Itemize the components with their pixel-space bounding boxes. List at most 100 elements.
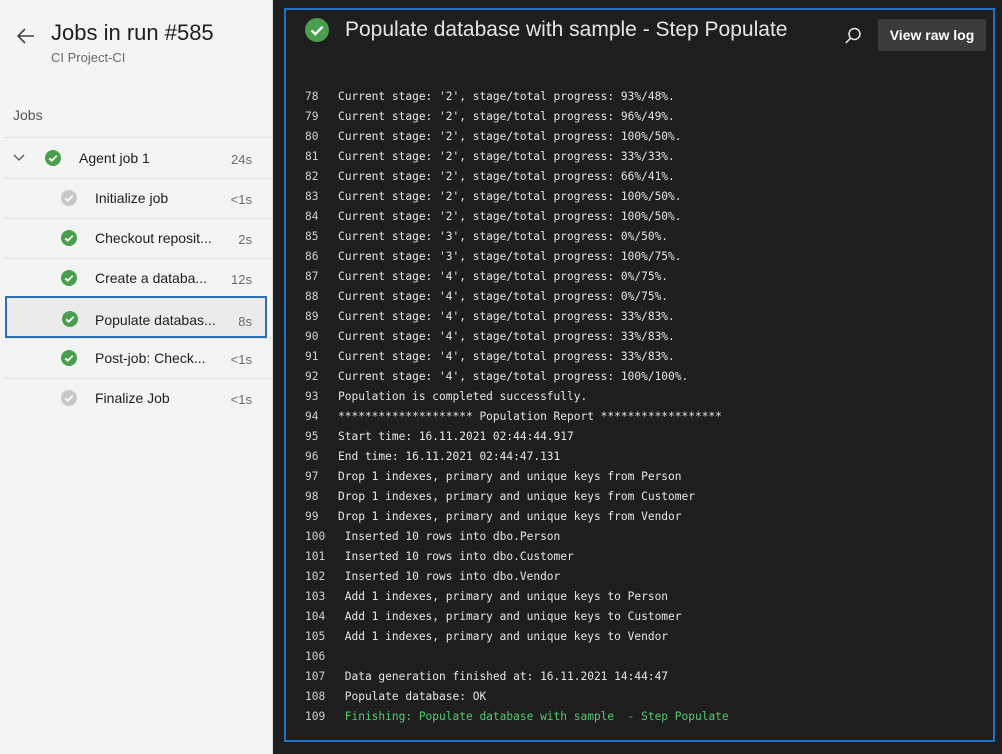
- line-number: 107: [305, 670, 326, 683]
- line-text: Drop 1 indexes, primary and unique keys …: [338, 470, 682, 483]
- success-check-icon: [61, 270, 77, 286]
- step-duration: 12s: [231, 272, 252, 287]
- line-number: 89: [305, 310, 319, 323]
- pipeline-name: CI Project-CI: [51, 50, 126, 65]
- line-number: 106: [305, 650, 326, 663]
- divider: [4, 137, 272, 138]
- line-number: 91: [305, 350, 319, 363]
- line-number: 90: [305, 330, 319, 343]
- log-line: 101 Inserted 10 rows into dbo.Customer: [305, 547, 985, 567]
- step-row-populate-database[interactable]: Populate databas... 8s: [5, 296, 267, 338]
- agent-job-duration: 24s: [231, 152, 252, 167]
- log-line: 106: [305, 647, 985, 667]
- line-number: 105: [305, 630, 326, 643]
- step-duration: 2s: [238, 232, 252, 247]
- agent-job-row[interactable]: Agent job 1 24s: [4, 139, 272, 178]
- search-icon[interactable]: [843, 26, 863, 46]
- log-output[interactable]: 78 Current stage: '2', stage/total progre…: [305, 87, 985, 727]
- log-title: Populate database with sample - Step Pop…: [345, 18, 788, 41]
- line-number: 94: [305, 410, 319, 423]
- skipped-check-icon: [61, 190, 77, 206]
- line-number: 97: [305, 470, 319, 483]
- line-text: Current stage: '2', stage/total progress…: [338, 130, 682, 143]
- step-label: Create a databa...: [95, 270, 208, 286]
- log-line: 80 Current stage: '2', stage/total progre…: [305, 127, 985, 147]
- line-text: Current stage: '2', stage/total progress…: [338, 90, 675, 103]
- log-line: 104 Add 1 indexes, primary and unique ke…: [305, 607, 985, 627]
- step-label: Checkout reposit...: [95, 230, 212, 246]
- line-text: Current stage: '3', stage/total progress…: [338, 230, 669, 243]
- line-text: Current stage: '4', stage/total progress…: [338, 270, 669, 283]
- line-text: Data generation finished at: 16.11.2021 …: [338, 670, 669, 683]
- line-number: 87: [305, 270, 319, 283]
- log-line: 82 Current stage: '2', stage/total progre…: [305, 167, 985, 187]
- line-text: Add 1 indexes, primary and unique keys t…: [338, 630, 669, 643]
- page-title: Jobs in run #585: [51, 20, 214, 45]
- log-line: 97 Drop 1 indexes, primary and unique key…: [305, 467, 985, 487]
- line-number: 101: [305, 550, 326, 563]
- line-text: Add 1 indexes, primary and unique keys t…: [338, 590, 669, 603]
- success-check-icon: [61, 350, 77, 366]
- step-label: Initialize job: [95, 190, 169, 206]
- log-line: 85 Current stage: '3', stage/total progre…: [305, 227, 985, 247]
- step-row-create-database[interactable]: Create a databa... 12s: [4, 259, 272, 298]
- log-line: 86 Current stage: '3', stage/total progre…: [305, 247, 985, 267]
- log-line: 79 Current stage: '2', stage/total progre…: [305, 107, 985, 127]
- line-number: 86: [305, 250, 319, 263]
- line-text: Current stage: '2', stage/total progress…: [338, 170, 675, 183]
- success-check-icon: [305, 18, 329, 42]
- step-duration: 8s: [238, 314, 252, 329]
- line-text: Populate database: OK: [338, 690, 487, 703]
- line-text: Drop 1 indexes, primary and unique keys …: [338, 510, 682, 523]
- line-text: Current stage: '4', stage/total progress…: [338, 330, 675, 343]
- success-check-icon: [62, 311, 78, 327]
- line-text: Current stage: '4', stage/total progress…: [338, 370, 689, 383]
- log-line: 107 Data generation finished at: 16.11.2…: [305, 667, 985, 687]
- line-text: Inserted 10 rows into dbo.Customer: [338, 550, 574, 563]
- skipped-check-icon: [61, 390, 77, 406]
- line-text: Start time: 16.11.2021 02:44:44.917: [338, 430, 574, 443]
- jobs-section-label: Jobs: [13, 107, 43, 123]
- log-line: 95 Start time: 16.11.2021 02:44:44.917: [305, 427, 985, 447]
- line-text: Inserted 10 rows into dbo.Person: [338, 530, 561, 543]
- line-number: 85: [305, 230, 319, 243]
- line-text: ******************** Population Report *…: [338, 410, 722, 423]
- line-number: 78: [305, 90, 319, 103]
- log-line: 90 Current stage: '4', stage/total progre…: [305, 327, 985, 347]
- log-line: 93 Population is completed successfully.: [305, 387, 985, 407]
- line-number: 83: [305, 190, 319, 203]
- log-line: 99 Drop 1 indexes, primary and unique key…: [305, 507, 985, 527]
- back-arrow-icon[interactable]: [14, 24, 38, 48]
- step-row-post-job-checkout[interactable]: Post-job: Check... <1s: [4, 339, 272, 378]
- success-check-icon: [45, 150, 61, 166]
- jobs-sidebar: Jobs in run #585 CI Project-CI Jobs Agen…: [0, 0, 273, 754]
- line-text: Current stage: '4', stage/total progress…: [338, 310, 675, 323]
- log-line: 98 Drop 1 indexes, primary and unique key…: [305, 487, 985, 507]
- step-duration: <1s: [230, 192, 252, 207]
- view-raw-log-button[interactable]: View raw log: [878, 19, 986, 51]
- line-number: 109: [305, 710, 326, 723]
- log-line: 88 Current stage: '4', stage/total progre…: [305, 287, 985, 307]
- chevron-down-icon[interactable]: [12, 151, 26, 165]
- log-line: 87 Current stage: '4', stage/total progre…: [305, 267, 985, 287]
- line-number: 80: [305, 130, 319, 143]
- step-row-initialize-job[interactable]: Initialize job <1s: [4, 179, 272, 218]
- step-row-checkout[interactable]: Checkout reposit... 2s: [4, 219, 272, 258]
- line-number: 84: [305, 210, 319, 223]
- line-text: End time: 16.11.2021 02:44:47.131: [338, 450, 561, 463]
- line-number: 99: [305, 510, 319, 523]
- log-line: 78 Current stage: '2', stage/total progre…: [305, 87, 985, 107]
- log-line: 89 Current stage: '4', stage/total progre…: [305, 307, 985, 327]
- line-text: Current stage: '3', stage/total progress…: [338, 250, 682, 263]
- line-number: 92: [305, 370, 319, 383]
- log-line: 102 Inserted 10 rows into dbo.Vendor: [305, 567, 985, 587]
- log-line: 81 Current stage: '2', stage/total progre…: [305, 147, 985, 167]
- step-row-finalize-job[interactable]: Finalize Job <1s: [4, 379, 272, 418]
- line-text: Current stage: '2', stage/total progress…: [338, 210, 682, 223]
- step-label: Finalize Job: [95, 390, 170, 406]
- line-number: 95: [305, 430, 319, 443]
- line-text: Current stage: '2', stage/total progress…: [338, 110, 675, 123]
- line-text: Inserted 10 rows into dbo.Vendor: [338, 570, 561, 583]
- line-number: 93: [305, 390, 319, 403]
- log-line: 84 Current stage: '2', stage/total progre…: [305, 207, 985, 227]
